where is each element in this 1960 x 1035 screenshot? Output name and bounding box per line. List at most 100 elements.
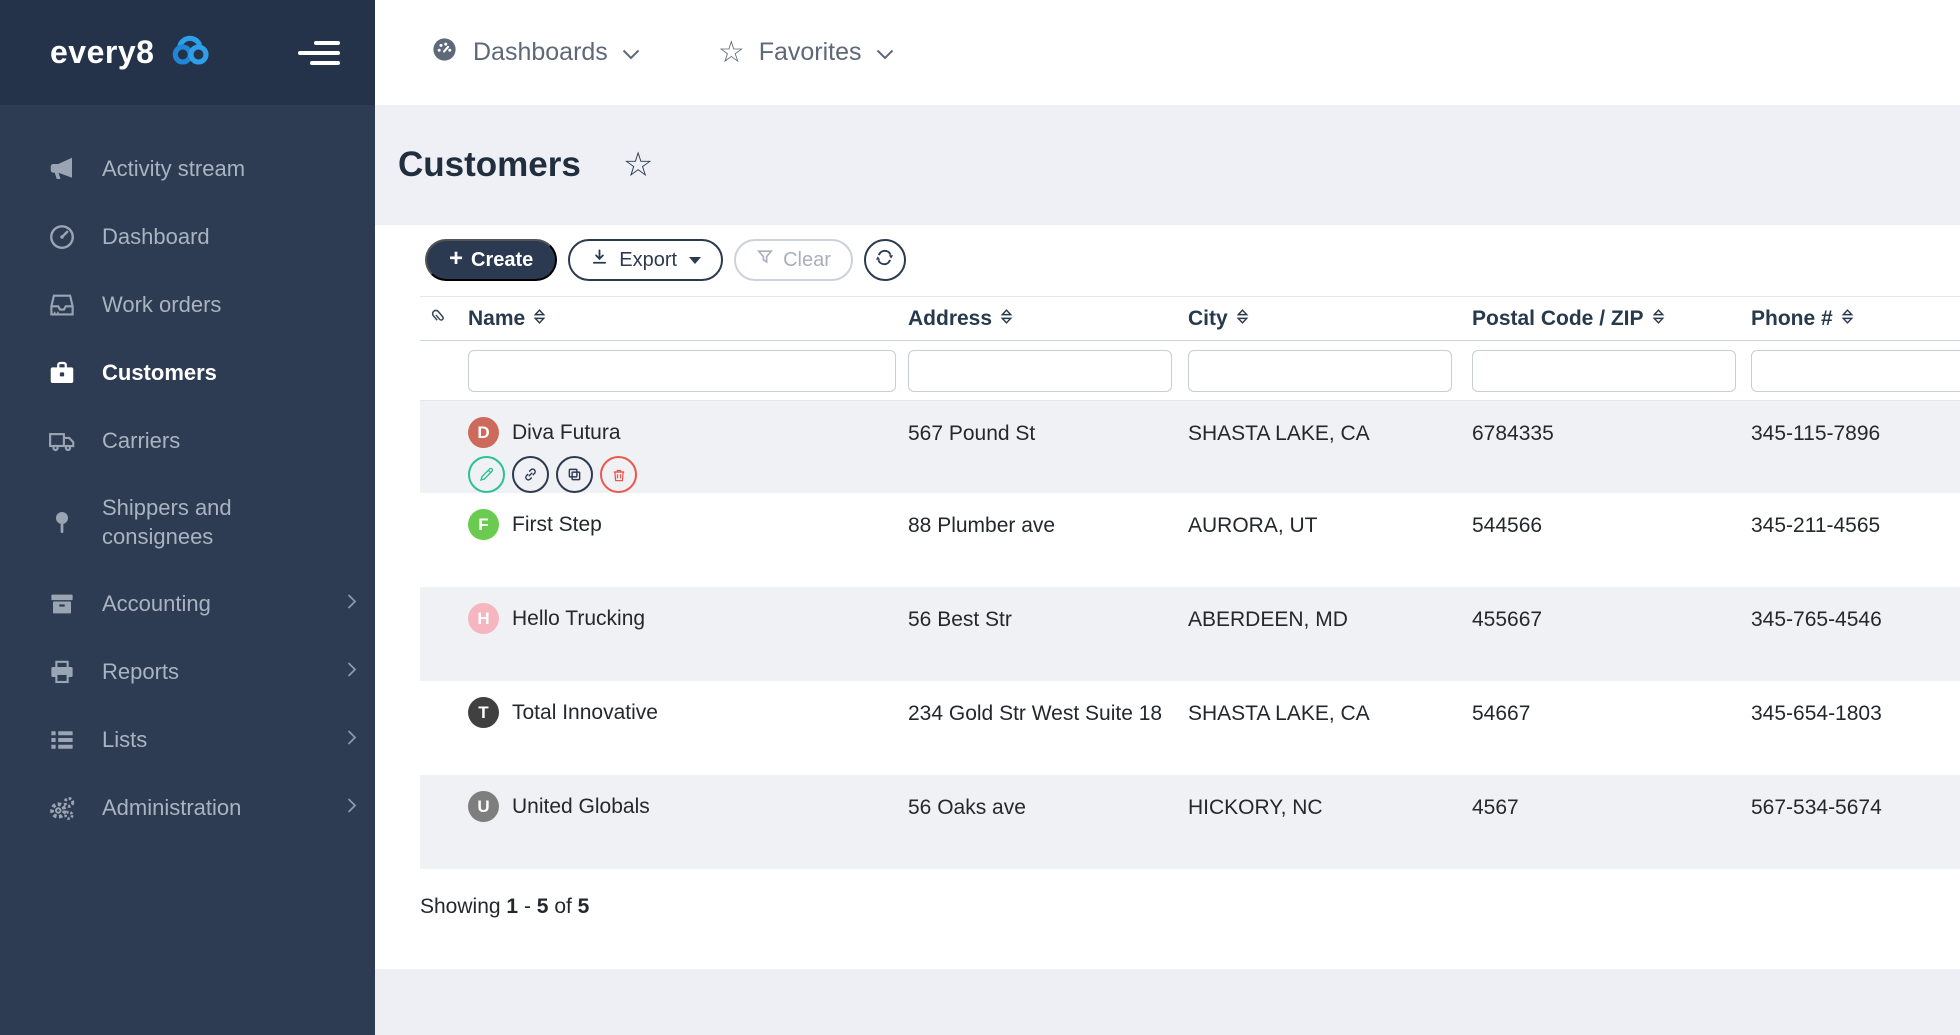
star-icon: ☆ (718, 38, 745, 68)
favorite-star-icon[interactable]: ☆ (623, 145, 653, 185)
sidebar-item-label: Administration (102, 794, 241, 823)
column-header-address[interactable]: Address (896, 307, 1176, 331)
name-filter-input[interactable] (468, 350, 896, 392)
favorites-menu[interactable]: ☆ Favorites (718, 38, 894, 68)
column-label: Postal Code / ZIP (1472, 307, 1644, 331)
sidebar-item-label: Accounting (102, 590, 211, 619)
sidebar-item-carriers[interactable]: Carriers (0, 407, 375, 475)
create-button[interactable]: + Create (425, 239, 557, 281)
avatar-initial: F (478, 515, 488, 535)
top-navigation-bar: Dashboards ☆ Favorites (375, 0, 1960, 105)
chevron-right-icon (347, 730, 357, 751)
customers-panel: + Create Export Clear (375, 225, 1960, 969)
gears-icon (47, 793, 77, 823)
chevron-right-icon (347, 798, 357, 819)
customer-city: HICKORY, NC (1176, 791, 1460, 869)
sidebar-item-label: Reports (102, 658, 179, 687)
sidebar-item-work-orders[interactable]: Work orders (0, 271, 375, 339)
column-label: Name (468, 307, 525, 331)
of-label: of (554, 895, 572, 918)
delete-button[interactable] (600, 456, 637, 493)
page-background (375, 969, 1960, 1035)
export-button-label: Export (619, 249, 677, 272)
customer-name: United Globals (512, 795, 650, 819)
postal-filter-input[interactable] (1472, 350, 1736, 392)
create-button-label: Create (471, 249, 533, 272)
sidebar-item-administration[interactable]: Administration (0, 774, 375, 842)
address-filter-input[interactable] (908, 350, 1172, 392)
avatar-initial: D (477, 423, 489, 443)
export-button[interactable]: Export (568, 239, 723, 281)
sidebar-item-lists[interactable]: Lists (0, 706, 375, 774)
customer-postal: 6784335 (1460, 417, 1739, 493)
avatar: U (468, 791, 499, 822)
table-row[interactable]: U United Globals 56 Oaks ave HICKORY, NC… (420, 775, 1960, 869)
avatar: H (468, 603, 499, 634)
customer-phone: 345-654-1803 (1739, 697, 1960, 775)
sidebar-item-label: Work orders (102, 291, 221, 320)
column-header-phone[interactable]: Phone # (1739, 307, 1960, 331)
sidebar-item-label: Activity stream (102, 155, 245, 184)
column-label: Address (908, 307, 992, 331)
sidebar-toggle-hamburger-icon[interactable] (298, 41, 340, 65)
inbox-tray-icon (47, 290, 77, 320)
sidebar-item-label: Shippers and consignees (102, 494, 317, 551)
table-header-row: Name Address City (420, 296, 1960, 341)
avatar: D (468, 417, 499, 448)
column-label: Phone # (1751, 307, 1833, 331)
sidebar-item-customers[interactable]: Customers (0, 339, 375, 407)
customer-name: First Step (512, 513, 602, 537)
dashboards-menu[interactable]: Dashboards (430, 35, 640, 71)
map-pin-icon (47, 508, 77, 538)
copy-button[interactable] (556, 456, 593, 493)
plus-icon: + (449, 247, 463, 271)
column-header-name[interactable]: Name (456, 307, 896, 331)
sidebar: every8 Activity stream (0, 0, 375, 1035)
printer-icon (47, 657, 77, 687)
sidebar-item-activity-stream[interactable]: Activity stream (0, 135, 375, 203)
avatar-initial: T (478, 703, 488, 723)
phone-filter-input[interactable] (1751, 350, 1960, 392)
customers-table: Name Address City (420, 296, 1960, 869)
paperclip-icon (427, 305, 450, 333)
customer-address: 234 Gold Str West Suite 18 (896, 697, 1176, 775)
page-header: Customers ☆ (375, 105, 1960, 225)
sidebar-item-accounting[interactable]: Accounting (0, 570, 375, 638)
refresh-button[interactable] (864, 239, 906, 281)
clear-button-label: Clear (783, 249, 831, 272)
table-row[interactable]: D Diva Futura (420, 401, 1960, 493)
table-row[interactable]: T Total Innovative 234 Gold Str West Sui… (420, 681, 1960, 775)
sidebar-item-label: Dashboard (102, 223, 210, 252)
customer-address: 88 Plumber ave (896, 509, 1176, 587)
logo-block: every8 (0, 0, 375, 105)
caret-down-icon (689, 257, 701, 264)
megaphone-icon (47, 154, 77, 184)
funnel-icon (756, 248, 774, 272)
sidebar-item-dashboard[interactable]: Dashboard (0, 203, 375, 271)
edit-button[interactable] (468, 456, 505, 493)
customer-postal: 4567 (1460, 791, 1739, 869)
sort-icon (999, 307, 1014, 331)
showing-label: Showing (420, 895, 501, 918)
sidebar-item-shippers-consignees[interactable]: Shippers and consignees (0, 475, 375, 570)
chevron-right-icon (347, 662, 357, 683)
clear-filters-button[interactable]: Clear (734, 239, 853, 281)
sidebar-item-label: Carriers (102, 427, 180, 456)
column-header-city[interactable]: City (1176, 307, 1460, 331)
sidebar-item-reports[interactable]: Reports (0, 638, 375, 706)
column-header-postal-code[interactable]: Postal Code / ZIP (1460, 307, 1739, 331)
range-end: 5 (537, 895, 549, 918)
customer-phone: 345-765-4546 (1739, 603, 1960, 681)
column-label: City (1188, 307, 1228, 331)
link-button[interactable] (512, 456, 549, 493)
table-row[interactable]: H Hello Trucking 56 Best Str ABERDEEN, M… (420, 587, 1960, 681)
city-filter-input[interactable] (1188, 350, 1452, 392)
table-row[interactable]: F First Step 88 Plumber ave AURORA, UT 5… (420, 493, 1960, 587)
filter-row (420, 341, 1960, 401)
range-start: 1 (506, 895, 518, 918)
sort-icon (1840, 307, 1855, 331)
customer-name: Total Innovative (512, 701, 658, 725)
customer-phone: 345-115-7896 (1739, 417, 1960, 493)
favorites-menu-label: Favorites (759, 38, 862, 67)
sidebar-item-label: Customers (102, 359, 217, 388)
